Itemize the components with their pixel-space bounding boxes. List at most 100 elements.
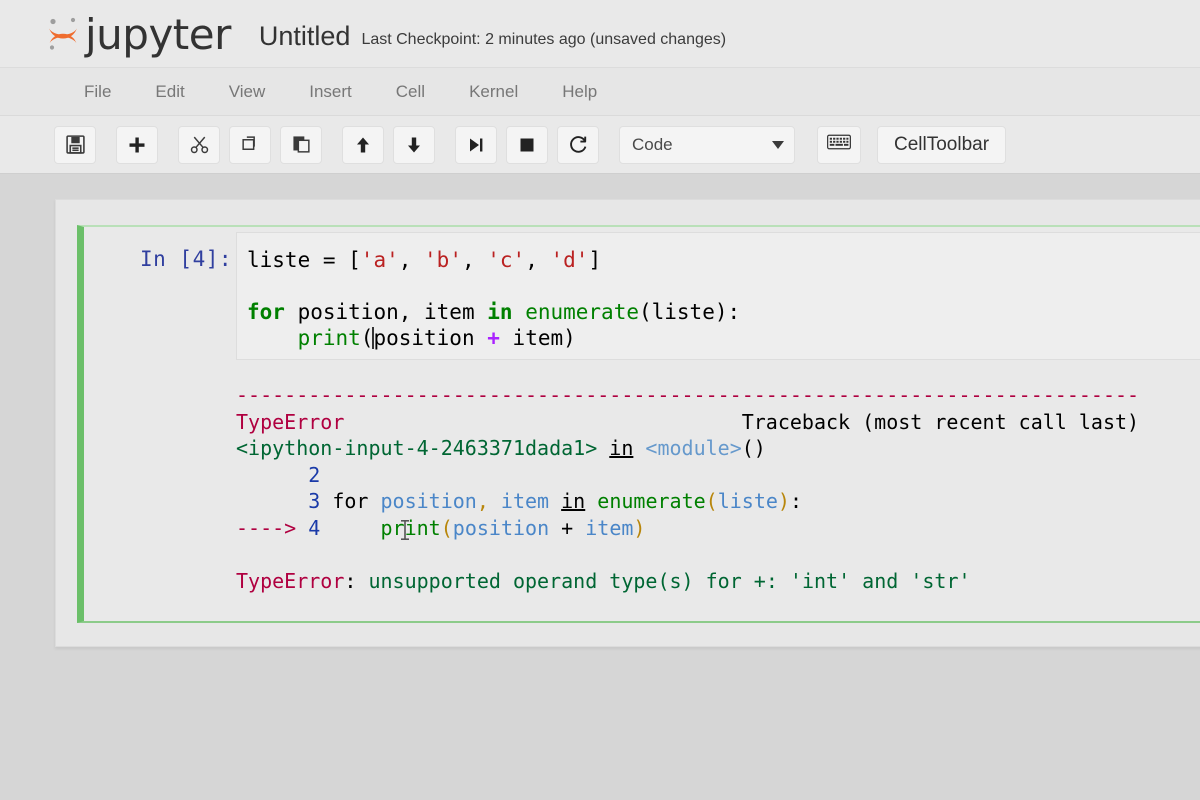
token: ) xyxy=(633,515,646,540)
menu-item-cell[interactable]: Cell xyxy=(374,78,447,106)
token: for xyxy=(332,489,381,513)
text-line: <ipython-input-4-2463371dada1> in <modul… xyxy=(236,435,1200,462)
token: 4 xyxy=(308,515,333,540)
run-cell-button[interactable] xyxy=(455,125,497,164)
token: TypeError xyxy=(236,409,345,434)
notebook-header: jupyter Untitled Last Checkpoint: 2 minu… xyxy=(0,0,1200,68)
celltoolbar-button[interactable]: CellToolbar xyxy=(877,125,1007,164)
token: for xyxy=(247,300,285,324)
token: liste = [ xyxy=(247,248,361,272)
token: print xyxy=(380,515,441,540)
token: 3 xyxy=(236,489,333,513)
token: 'b' xyxy=(424,248,462,272)
jupyter-logo[interactable]: jupyter xyxy=(46,13,231,55)
menu-item-help[interactable]: Help xyxy=(540,78,619,106)
toolbar-group-insert xyxy=(116,125,158,164)
token: position, item xyxy=(284,300,488,324)
paste-button[interactable] xyxy=(280,125,322,164)
token: enumerate xyxy=(597,489,706,513)
menu-item-file[interactable]: File xyxy=(62,78,133,106)
token: item xyxy=(585,515,634,540)
token: + xyxy=(487,326,500,350)
notebook-container: In [4]: liste = ['a', 'b', 'c', 'd'] for… xyxy=(55,199,1200,647)
cell-output-error: ----------------------------------------… xyxy=(236,382,1200,621)
token: in xyxy=(609,436,634,460)
cell-prompt-input: In [4]: xyxy=(140,247,233,271)
toolbar-group-clipboard xyxy=(178,125,322,164)
code-editor[interactable]: liste = ['a', 'b', 'c', 'd'] for positio… xyxy=(236,232,1200,360)
token: 2 xyxy=(236,462,333,487)
command-palette-button[interactable] xyxy=(817,125,861,164)
save-button[interactable] xyxy=(54,125,96,164)
text-line: print(position + item) xyxy=(247,325,740,351)
text-line xyxy=(236,541,1200,568)
menu-item-edit[interactable]: Edit xyxy=(133,78,206,106)
menu-item-kernel[interactable]: Kernel xyxy=(447,78,540,106)
code-source: liste = ['a', 'b', 'c', 'd'] for positio… xyxy=(247,247,740,351)
text-line: for position, item in enumerate(liste): xyxy=(247,299,740,325)
insert-cell-below-button[interactable] xyxy=(116,125,158,164)
checkpoint-status: Last Checkpoint: 2 minutes ago (unsaved … xyxy=(361,30,727,48)
interrupt-kernel-button[interactable] xyxy=(506,125,548,164)
token: , xyxy=(461,248,488,272)
token: <ipython-input-4-2463371dada1> xyxy=(236,436,598,460)
token: 'c' xyxy=(487,248,526,272)
token: : xyxy=(789,489,803,513)
copy-button[interactable] xyxy=(229,125,271,164)
token: in xyxy=(487,300,513,324)
cell-type-select[interactable]: Code xyxy=(619,125,795,164)
token: , xyxy=(476,489,501,513)
jupyter-wordmark: jupyter xyxy=(85,9,231,59)
token: in xyxy=(561,489,586,513)
cell-type-value: Code xyxy=(632,134,673,154)
menu-item-insert[interactable]: Insert xyxy=(287,78,374,106)
notebook-toolbar: Code CellToolbar xyxy=(0,116,1200,174)
notebook-title[interactable]: Untitled xyxy=(259,21,351,51)
text-line: 2 xyxy=(236,462,1200,489)
token: () xyxy=(741,436,766,460)
toolbar-group-kernel xyxy=(455,125,599,164)
toolbar-group-save xyxy=(54,125,96,164)
token: + xyxy=(549,515,586,540)
move-cell-down-button[interactable] xyxy=(393,125,435,164)
token: ( xyxy=(440,515,453,540)
notebook-scroll-area: In [4]: liste = ['a', 'b', 'c', 'd'] for… xyxy=(0,175,1200,800)
token: position xyxy=(452,515,550,540)
text-line: 3 for position, item in enumerate(liste)… xyxy=(236,488,1200,515)
celltoolbar-label: CellToolbar xyxy=(894,133,990,155)
jupyter-notebook-app: jupyter Untitled Last Checkpoint: 2 minu… xyxy=(0,0,1200,800)
token: print xyxy=(297,326,361,350)
restart-kernel-button[interactable] xyxy=(557,125,599,164)
token: enumerate xyxy=(525,300,639,324)
token: ) xyxy=(777,489,790,513)
token: : xyxy=(344,568,369,593)
code-cell[interactable]: In [4]: liste = ['a', 'b', 'c', 'd'] for… xyxy=(77,225,1200,623)
token: item) xyxy=(499,326,576,350)
token: item xyxy=(500,489,562,513)
token: , xyxy=(398,248,425,272)
toolbar-group-move xyxy=(342,125,435,164)
chevron-down-icon xyxy=(772,140,784,149)
keyboard-icon xyxy=(827,134,851,155)
token: <module> xyxy=(645,436,742,460)
text-line: liste = ['a', 'b', 'c', 'd'] xyxy=(247,247,740,273)
token: , xyxy=(525,248,551,272)
token: TypeError xyxy=(236,568,345,593)
token: Traceback (most recent call last) xyxy=(344,409,1140,434)
text-line: ----------------------------------------… xyxy=(236,382,1200,409)
token: position xyxy=(373,326,488,350)
text-line: ----> 4 print(position + item) xyxy=(236,515,1200,542)
token: unsupported operand type(s) for +: 'int'… xyxy=(368,568,971,593)
move-cell-up-button[interactable] xyxy=(342,125,384,164)
token: ----------------------------------------… xyxy=(236,383,1140,407)
text-line: TypeError: unsupported operand type(s) f… xyxy=(236,568,1200,595)
menu-item-view[interactable]: View xyxy=(207,78,288,106)
token: position xyxy=(380,489,477,513)
cut-button[interactable] xyxy=(178,125,220,164)
